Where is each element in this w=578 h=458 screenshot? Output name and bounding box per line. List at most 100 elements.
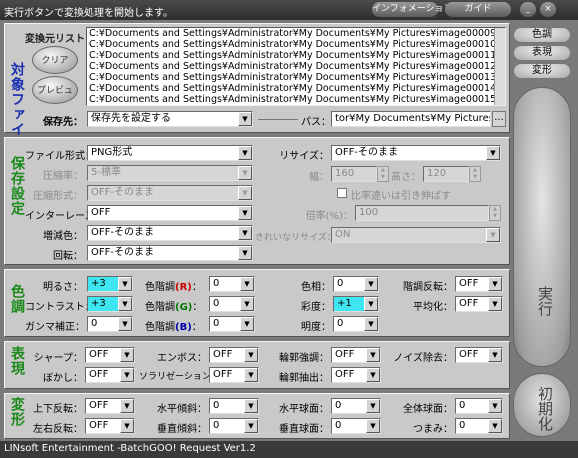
dest-select[interactable]: 保存先を設定する ▼ [87, 111, 253, 127]
v-skew-select[interactable]: 0 ▼ [209, 418, 259, 434]
lightness-select[interactable]: 0 ▼ [333, 316, 379, 332]
solarization-select[interactable]: OFF ▼ [209, 367, 259, 383]
chevron-down-icon: ▼ [120, 419, 134, 433]
format-select[interactable]: PNG形式 ▼ [87, 145, 253, 161]
blue-level-select[interactable]: 0 ▼ [209, 316, 255, 332]
noise-select[interactable]: OFF ▼ [455, 347, 503, 363]
green-level-select[interactable]: 0 ▼ [209, 296, 255, 312]
guide-button[interactable]: ガイド [445, 2, 511, 17]
v-sphere-select[interactable]: 0 ▼ [331, 418, 381, 434]
display-nav-button[interactable]: 表現 [513, 45, 571, 61]
comp-type-select[interactable]: OFF-そのまま ▼ [87, 185, 253, 201]
brightness-label: 明るさ： [43, 282, 83, 293]
source-list-label: 変換元リスト: [25, 34, 89, 45]
width-spinner[interactable]: ▲ ▼ [377, 166, 389, 182]
h-skew-select[interactable]: 0 ▼ [209, 398, 259, 414]
h-sphere-select[interactable]: 0 ▼ [331, 398, 381, 414]
green-level-label: 色階調(G)： [145, 302, 203, 313]
reduce-select[interactable]: OFF-そのまま ▼ [87, 225, 253, 241]
invert-select[interactable]: OFF ▼ [455, 276, 503, 292]
brightness-select[interactable]: +3 ▼ [87, 276, 133, 292]
emboss-select[interactable]: OFF ▼ [209, 347, 259, 363]
scale-spinner[interactable]: ▲ ▼ [489, 205, 501, 221]
status-text: LINsoft Entertainment -BatchGOO! Request… [4, 443, 256, 454]
tone-nav-button[interactable]: 色調 [513, 27, 571, 43]
interlace-select[interactable]: OFF ▼ [87, 205, 253, 221]
equalize-select[interactable]: OFF ▼ [455, 296, 503, 312]
h-sphere-value: 0 [335, 400, 342, 411]
saturation-label: 彩度： [301, 302, 331, 313]
scale-input[interactable]: 100 [355, 205, 489, 221]
hue-label: 色相： [301, 282, 331, 293]
format-value: PNG形式 [91, 147, 133, 158]
info-button[interactable]: インフォメーション [372, 2, 453, 17]
preview-button[interactable]: プレビュー [32, 76, 78, 124]
gamma-select[interactable]: 0 ▼ [87, 316, 133, 332]
chevron-down-icon: ▼ [238, 206, 252, 220]
rotate-select[interactable]: OFF-そのまま ▼ [87, 245, 253, 261]
list-item[interactable]: C:¥Documents and Settings¥Administrator¥… [87, 94, 505, 105]
list-item[interactable]: C:¥Documents and Settings¥Administrator¥… [87, 39, 505, 50]
edge-enhance-value: OFF [335, 349, 355, 360]
red-level-select[interactable]: 0 ▼ [209, 276, 255, 292]
smooth-select[interactable]: ON ▼ [331, 227, 501, 243]
chevron-down-icon: ▼ [238, 166, 252, 180]
sharp-select[interactable]: OFF ▼ [85, 347, 135, 363]
comp-rate-select[interactable]: 5-標準 ▼ [87, 165, 253, 181]
width-input[interactable]: 160 [331, 166, 377, 182]
pinch-value: 0 [459, 420, 466, 431]
gamma-value: 0 [91, 318, 98, 329]
minimize-button[interactable]: _ [520, 2, 536, 17]
rotate-value: OFF-そのまま [91, 247, 154, 258]
all-sphere-select[interactable]: 0 ▼ [455, 398, 503, 414]
flip-h-select[interactable]: OFF ▼ [85, 418, 135, 434]
hue-value: 0 [337, 278, 344, 289]
interlace-value: OFF [91, 207, 111, 218]
chevron-down-icon: ▼ [120, 348, 134, 362]
status-bar: LINsoft Entertainment -BatchGOO! Request… [0, 441, 578, 458]
path-field[interactable]: tor¥My Documents¥My Pictures [331, 111, 491, 127]
save-settings-panel: 保存設定 ファイル形式： PNG形式 ▼ 圧縮率： 5-標準 ▼ 圧縮形式： OFF… [4, 137, 510, 265]
height-spinner[interactable]: ▲ ▼ [469, 166, 481, 182]
edge-extract-select[interactable]: OFF ▼ [331, 367, 381, 383]
red-level-text: 色階調 [145, 282, 175, 293]
list-item[interactable]: C:¥Documents and Settings¥Administrator¥… [87, 50, 505, 61]
pinch-select[interactable]: 0 ▼ [455, 418, 503, 434]
format-label: ファイル形式： [25, 151, 95, 162]
list-item[interactable]: C:¥Documents and Settings¥Administrator¥… [87, 83, 505, 94]
list-item[interactable]: C:¥Documents and Settings¥Administrator¥… [87, 28, 505, 39]
browse-button[interactable]: ... [492, 111, 506, 127]
chevron-down-icon: ▼ [244, 399, 258, 413]
list-scrollbar[interactable] [494, 28, 505, 105]
divider [258, 119, 298, 120]
contrast-value: +3 [91, 298, 106, 309]
chevron-down-icon: ▼ [238, 246, 252, 260]
chevron-down-icon: ▼ [364, 297, 378, 311]
flip-v-select[interactable]: OFF ▼ [85, 398, 135, 414]
h-sphere-label: 水平球面： [279, 404, 329, 415]
equalize-label: 平均化： [413, 302, 453, 313]
width-label: 幅： [309, 172, 329, 183]
all-sphere-label: 全体球面： [403, 404, 453, 415]
source-file-list[interactable]: C:¥Documents and Settings¥Administrator¥… [86, 27, 506, 106]
scale-label: 倍率(%)： [305, 211, 353, 222]
h-skew-value: 0 [213, 400, 220, 411]
list-item[interactable]: C:¥Documents and Settings¥Administrator¥… [87, 61, 505, 72]
blur-select[interactable]: OFF ▼ [85, 367, 135, 383]
execute-button[interactable]: 実行 [513, 87, 571, 367]
list-item[interactable]: C:¥Documents and Settings¥Administrator¥… [87, 72, 505, 83]
blue-level-text: 色階調 [145, 322, 175, 333]
clear-button[interactable]: クリア [32, 46, 78, 74]
edge-enhance-select[interactable]: OFF ▼ [331, 347, 381, 363]
hue-select[interactable]: 0 ▼ [333, 276, 379, 292]
chevron-down-icon: ▼ [244, 368, 258, 382]
transform-nav-button[interactable]: 変形 [513, 63, 571, 79]
height-input[interactable]: 120 [423, 166, 469, 182]
contrast-select[interactable]: +3 ▼ [87, 296, 133, 312]
saturation-select[interactable]: +1 ▼ [333, 296, 379, 312]
flip-h-label: 左右反転： [33, 424, 83, 435]
reset-button[interactable]: 初期化 [513, 373, 571, 437]
keep-ratio-checkbox[interactable] [337, 188, 347, 198]
close-button[interactable]: × [540, 2, 556, 17]
resize-select[interactable]: OFF-そのまま ▼ [331, 145, 501, 161]
